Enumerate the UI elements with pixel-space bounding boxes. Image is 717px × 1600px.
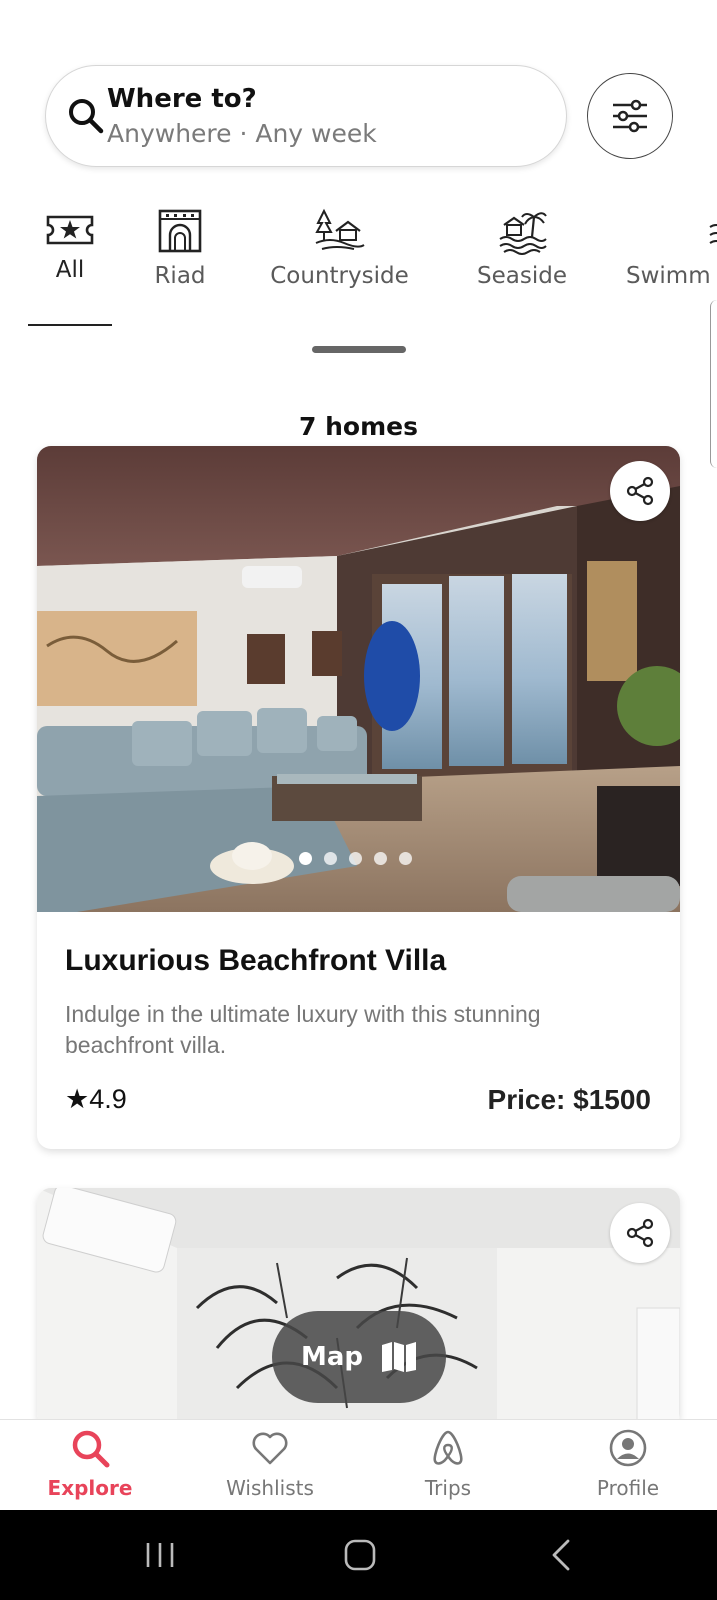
- riad-building-icon: [158, 209, 202, 253]
- category-swimming[interactable]: Swimm: [626, 205, 717, 289]
- category-label: Swimm: [626, 263, 711, 289]
- side-edge-handle: [710, 300, 717, 468]
- nav-label: Trips: [424, 1476, 472, 1500]
- listing-rating: ★4.9: [65, 1084, 127, 1114]
- user-circle-icon: [609, 1429, 647, 1467]
- home-icon[interactable]: [340, 1535, 380, 1575]
- back-icon[interactable]: [542, 1535, 582, 1575]
- results-count: 7 homes: [299, 412, 418, 441]
- heart-icon: [252, 1432, 288, 1465]
- listing-price: Price: $1500: [487, 1084, 651, 1115]
- search-icon: [69, 99, 104, 134]
- countryside-icon: [314, 208, 365, 250]
- ticket-star-icon: [46, 215, 94, 245]
- photo-pagination-dots: [299, 852, 412, 865]
- share-icon: [626, 476, 654, 506]
- map-button-label: Map: [300, 1342, 364, 1372]
- share-icon: [626, 1218, 654, 1248]
- sliders-icon: [613, 99, 647, 133]
- nav-wishlists[interactable]: Wishlists: [180, 1420, 360, 1511]
- category-scroll-indicator: [312, 346, 406, 353]
- bottom-navigation: Explore Wishlists Trips Profile: [0, 1419, 717, 1510]
- seaside-icon: [499, 212, 547, 255]
- map-icon: [382, 1342, 417, 1372]
- listing-description: Indulge in the ultimate luxury with this…: [65, 1001, 541, 1058]
- search-title: Where to?: [107, 84, 257, 114]
- category-label: Seaside: [477, 263, 567, 289]
- share-button[interactable]: [610, 1203, 670, 1263]
- category-seaside[interactable]: Seaside: [472, 205, 572, 289]
- share-button[interactable]: [610, 461, 670, 521]
- nav-label: Wishlists: [226, 1476, 314, 1500]
- filters-button[interactable]: [587, 73, 673, 159]
- category-label: Riad: [154, 263, 206, 289]
- listing-photo[interactable]: [37, 446, 680, 912]
- category-label: All: [55, 257, 85, 283]
- pagination-dot[interactable]: [324, 852, 337, 865]
- search-subtitle: Anywhere · Any week: [107, 119, 377, 148]
- category-label: Countryside: [270, 263, 409, 289]
- nav-trips[interactable]: Trips: [358, 1420, 538, 1511]
- category-riad[interactable]: Riad: [145, 205, 215, 289]
- listing-card[interactable]: Luxurious Beachfront Villa Indulge in th…: [37, 446, 680, 1149]
- nav-explore[interactable]: Explore: [0, 1420, 180, 1511]
- pool-icon: [709, 224, 717, 244]
- airbnb-logo-icon: [433, 1430, 463, 1465]
- pagination-dot[interactable]: [299, 852, 312, 865]
- living-room-photo: [37, 446, 680, 912]
- category-all[interactable]: All: [28, 205, 112, 283]
- system-navigation-bar: [0, 1510, 717, 1600]
- recent-apps-icon[interactable]: [140, 1535, 180, 1575]
- search-bar[interactable]: Where to? Anywhere · Any week: [45, 65, 567, 167]
- nav-label: Profile: [596, 1476, 660, 1500]
- nav-profile[interactable]: Profile: [538, 1420, 717, 1511]
- search-icon: [72, 1430, 110, 1468]
- category-bar: All Riad Countryside Seaside Swimm: [0, 205, 717, 335]
- category-countryside[interactable]: Countryside: [262, 205, 417, 289]
- listing-title: Luxurious Beachfront Villa: [65, 944, 447, 977]
- map-button[interactable]: Map: [272, 1311, 446, 1403]
- pagination-dot[interactable]: [374, 852, 387, 865]
- nav-label: Explore: [47, 1476, 133, 1500]
- active-category-underline: [28, 324, 112, 326]
- pagination-dot[interactable]: [349, 852, 362, 865]
- pagination-dot[interactable]: [399, 852, 412, 865]
